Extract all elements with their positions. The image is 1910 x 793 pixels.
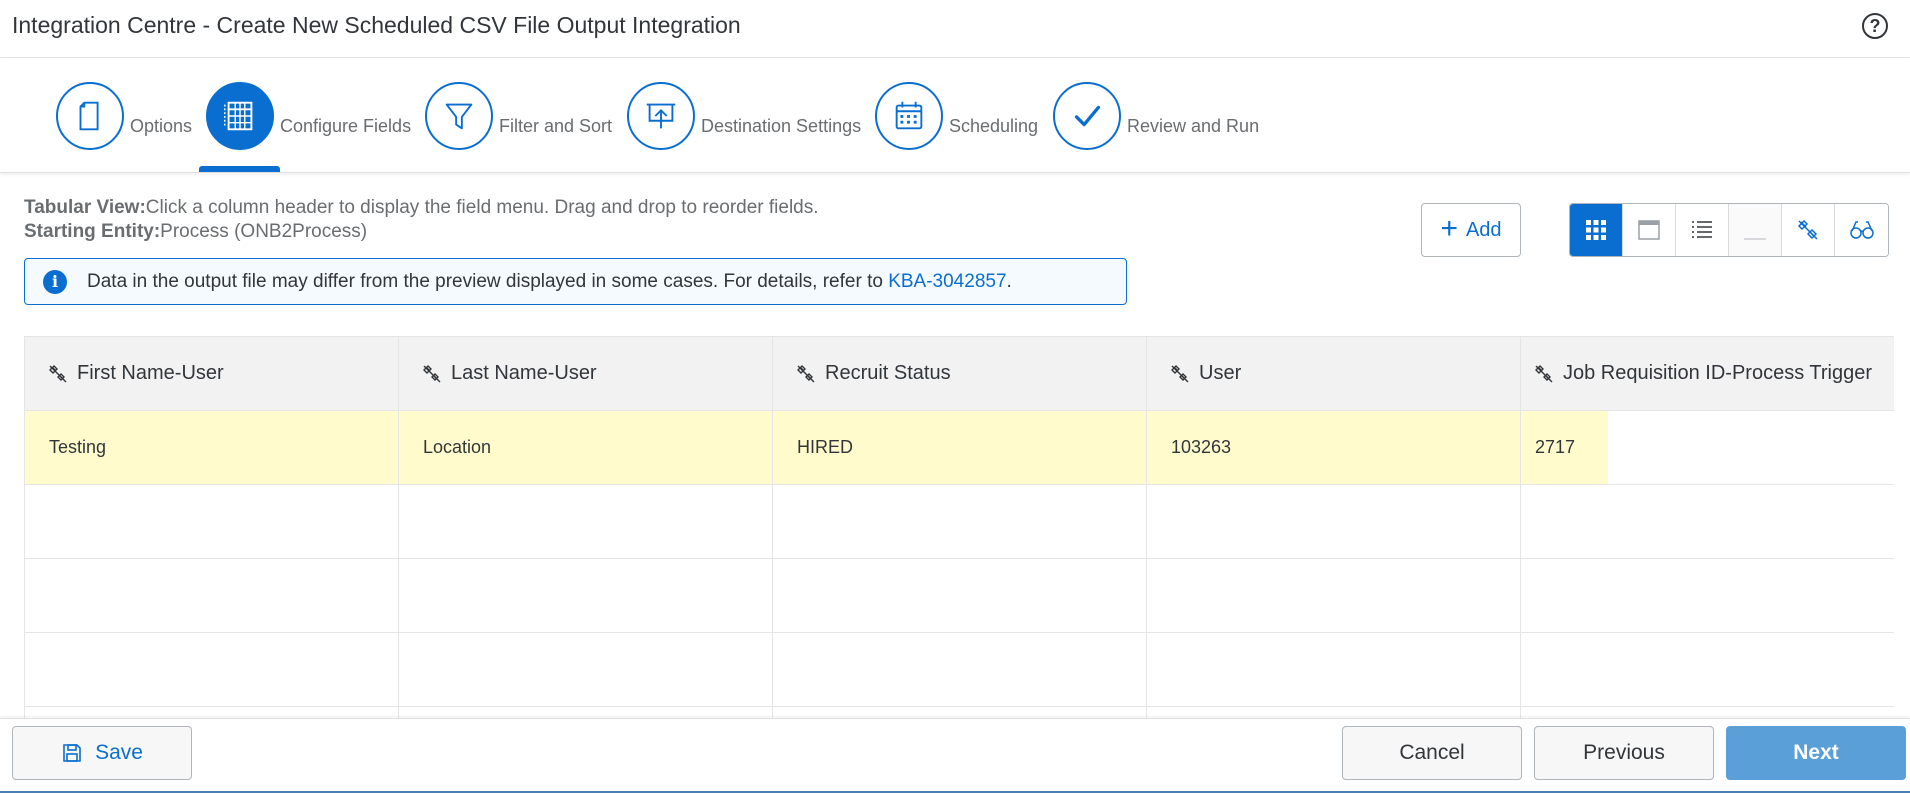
table-row bbox=[25, 633, 1894, 707]
step-label: Filter and Sort bbox=[499, 115, 613, 136]
tabular-view-hint: Tabular View:Click a column header to di… bbox=[24, 197, 819, 219]
grid-view-icon bbox=[1586, 220, 1606, 240]
glasses-icon bbox=[1849, 221, 1874, 239]
message-text: Data in the output file may differ from … bbox=[87, 270, 1012, 292]
tabular-view-label: Tabular View: bbox=[24, 197, 146, 218]
active-step-indicator bbox=[199, 166, 280, 172]
starting-entity-value: Process (ONB2Process) bbox=[160, 221, 368, 242]
add-field-button[interactable]: + Add bbox=[1421, 203, 1521, 257]
table-cell bbox=[399, 485, 773, 559]
unlink-icon bbox=[49, 364, 67, 382]
column-header[interactable]: Job Requisition ID-Process Trigger bbox=[1521, 337, 1894, 411]
table-cell bbox=[1147, 633, 1521, 707]
step-label: Review and Run bbox=[1127, 115, 1260, 136]
list-view-icon bbox=[1692, 221, 1712, 238]
table-row bbox=[25, 559, 1894, 633]
info-message-strip: i Data in the output file may differ fro… bbox=[24, 258, 1127, 305]
table-cell bbox=[773, 633, 1147, 707]
step-configure-fields[interactable]: Configure Fields bbox=[206, 82, 411, 150]
table-cell: Testing bbox=[25, 411, 399, 485]
wizard-steps: Options Configure Fields Filter and Sort bbox=[0, 58, 1910, 173]
step-review-and-run[interactable]: Review and Run bbox=[1053, 82, 1259, 150]
table-cell bbox=[399, 707, 773, 718]
grid-view-button[interactable] bbox=[1570, 204, 1623, 256]
plus-icon: + bbox=[1440, 211, 1458, 245]
step-scheduling[interactable]: Scheduling bbox=[875, 82, 1038, 150]
table-cell bbox=[25, 485, 399, 559]
minus-button[interactable] bbox=[1729, 204, 1782, 256]
table-row[interactable]: Testing Location HIRED 103263 2717 bbox=[25, 411, 1894, 485]
upload-presentation-icon bbox=[627, 82, 695, 150]
window-view-button[interactable] bbox=[1623, 204, 1676, 256]
help-icon[interactable]: ? bbox=[1862, 13, 1888, 39]
save-button[interactable]: Save bbox=[12, 726, 192, 780]
unlink-icon bbox=[1797, 219, 1818, 240]
step-label: Destination Settings bbox=[701, 115, 862, 136]
step-label: Configure Fields bbox=[280, 115, 412, 136]
table-row bbox=[25, 485, 1894, 559]
table-cell: 2717 bbox=[1521, 411, 1894, 485]
step-destination-settings[interactable]: Destination Settings bbox=[627, 82, 861, 150]
add-label: Add bbox=[1465, 218, 1502, 241]
next-button[interactable]: Next bbox=[1726, 726, 1906, 780]
kba-link[interactable]: KBA-3042857 bbox=[888, 271, 1006, 292]
table-cell: Location bbox=[399, 411, 773, 485]
unlink-button[interactable] bbox=[1782, 204, 1835, 256]
table-row bbox=[25, 707, 1894, 718]
unlink-icon bbox=[1535, 364, 1553, 382]
table-header-row: First Name-User Last Name-User Recruit S… bbox=[25, 337, 1894, 411]
minus-icon bbox=[1744, 238, 1766, 240]
table-cell bbox=[25, 633, 399, 707]
table-cell bbox=[773, 485, 1147, 559]
tabular-view-text: Click a column header to display the fie… bbox=[145, 197, 819, 218]
table-cell bbox=[25, 559, 399, 633]
table-cell bbox=[773, 559, 1147, 633]
column-header[interactable]: Last Name-User bbox=[399, 337, 773, 411]
column-header[interactable]: First Name-User bbox=[25, 337, 399, 411]
unlink-icon bbox=[423, 364, 441, 382]
footer-toolbar: Save Cancel Previous Next bbox=[0, 718, 1910, 793]
table-cell bbox=[399, 559, 773, 633]
step-label: Scheduling bbox=[949, 115, 1039, 136]
page-title: Integration Centre - Create New Schedule… bbox=[12, 12, 741, 38]
step-label: Options bbox=[130, 115, 193, 136]
unlink-icon bbox=[1171, 364, 1189, 382]
list-view-button[interactable] bbox=[1676, 204, 1729, 256]
calendar-icon bbox=[875, 82, 943, 150]
table-cell: HIRED bbox=[773, 411, 1147, 485]
table-cell bbox=[1521, 707, 1894, 718]
page-header: Integration Centre - Create New Schedule… bbox=[0, 0, 1910, 58]
save-icon bbox=[63, 744, 81, 762]
table-cell: 103263 bbox=[1147, 411, 1521, 485]
table-cell bbox=[399, 633, 773, 707]
column-header[interactable]: Recruit Status bbox=[773, 337, 1147, 411]
cancel-button[interactable]: Cancel bbox=[1342, 726, 1522, 780]
window-view-icon bbox=[1638, 220, 1660, 240]
table-cell bbox=[1521, 485, 1894, 559]
filter-icon bbox=[425, 82, 493, 150]
table-grid-icon bbox=[206, 82, 274, 150]
save-label: Save bbox=[95, 741, 143, 764]
table-cell bbox=[1521, 633, 1894, 707]
table-cell bbox=[1147, 707, 1521, 718]
table-cell bbox=[773, 707, 1147, 718]
previous-button[interactable]: Previous bbox=[1534, 726, 1714, 780]
info-icon: i bbox=[43, 269, 67, 294]
checkmark-icon bbox=[1053, 82, 1121, 150]
table-cell bbox=[1147, 559, 1521, 633]
fields-table: First Name-User Last Name-User Recruit S… bbox=[24, 336, 1894, 718]
document-icon bbox=[56, 82, 124, 150]
table-cell bbox=[25, 707, 399, 718]
table-cell bbox=[1147, 485, 1521, 559]
starting-entity-label: Starting Entity: bbox=[24, 221, 161, 242]
table-cell bbox=[1521, 559, 1894, 633]
step-options[interactable]: Options bbox=[56, 82, 192, 150]
step-filter-and-sort[interactable]: Filter and Sort bbox=[425, 82, 612, 150]
preview-button[interactable] bbox=[1835, 204, 1888, 256]
column-header[interactable]: User bbox=[1147, 337, 1521, 411]
view-toolbar bbox=[1569, 203, 1889, 257]
unlink-icon bbox=[797, 364, 815, 382]
starting-entity: Starting Entity:Process (ONB2Process) bbox=[24, 221, 367, 243]
